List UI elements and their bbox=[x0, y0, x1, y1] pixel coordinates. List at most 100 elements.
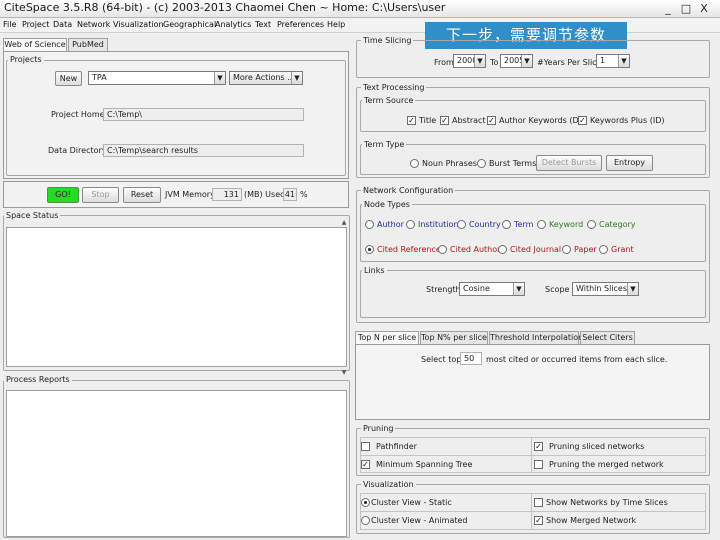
window-title: CiteSpace 3.5.R8 (64-bit) - (c) 2003-201… bbox=[4, 1, 446, 14]
more-actions-select[interactable]: More Actions ... ▼ bbox=[229, 71, 303, 85]
project-home-field[interactable]: C:\Temp\ bbox=[103, 108, 304, 121]
mst-label: Minimum Spanning Tree bbox=[376, 460, 473, 469]
menu-analytics[interactable]: Analytics bbox=[215, 20, 251, 29]
grant-radio[interactable] bbox=[599, 245, 608, 254]
country-radio[interactable] bbox=[457, 220, 466, 229]
data-directory-field[interactable]: C:\Temp\search results bbox=[103, 144, 304, 157]
visualization-title: Visualization bbox=[361, 480, 416, 489]
cited-author-radio[interactable] bbox=[438, 245, 447, 254]
noun-phrases-radio[interactable] bbox=[410, 159, 419, 168]
show-networks-time-checkbox[interactable] bbox=[534, 498, 543, 507]
scope-select[interactable]: Within Slices ▼ bbox=[572, 282, 639, 296]
percent-label: % bbox=[300, 190, 308, 199]
tab-pubmed[interactable]: PubMed bbox=[68, 38, 108, 51]
pruning-sliced-label: Pruning sliced networks bbox=[549, 442, 645, 451]
to-year-select[interactable]: 2005 ▼ bbox=[500, 54, 533, 68]
author-label: Author bbox=[377, 220, 404, 229]
stop-button[interactable]: Stop bbox=[82, 187, 119, 203]
show-merged-checkbox[interactable]: ✓ bbox=[534, 516, 543, 525]
burst-terms-radio[interactable] bbox=[477, 159, 486, 168]
project-select-value: TPA bbox=[92, 73, 107, 82]
select-top-label: Select top bbox=[421, 355, 462, 364]
go-button[interactable]: GO! bbox=[47, 187, 79, 203]
memory-used-field: 131 bbox=[212, 188, 242, 201]
menu-data[interactable]: Data bbox=[53, 20, 72, 29]
author-radio[interactable] bbox=[365, 220, 374, 229]
reset-button[interactable]: Reset bbox=[123, 187, 161, 203]
scroll-up-icon[interactable]: ▲ bbox=[340, 219, 348, 227]
links-group bbox=[360, 270, 706, 318]
chevron-down-icon: ▼ bbox=[618, 55, 629, 67]
title-checkbox[interactable]: ✓ bbox=[407, 116, 416, 125]
select-top-n-field[interactable]: 50 bbox=[460, 352, 482, 365]
process-reports-textarea[interactable] bbox=[6, 390, 347, 537]
menu-file[interactable]: File bbox=[3, 20, 16, 29]
menu-project[interactable]: Project bbox=[22, 20, 49, 29]
keywords-plus-label: Keywords Plus (ID) bbox=[590, 116, 665, 125]
cluster-static-radio[interactable] bbox=[361, 498, 370, 507]
chevron-down-icon: ▼ bbox=[214, 72, 225, 84]
menu-network[interactable]: Network bbox=[77, 20, 110, 29]
cited-author-label: Cited Author bbox=[450, 245, 501, 254]
pruning-title: Pruning bbox=[361, 424, 396, 433]
title-checkbox-label: Title bbox=[419, 116, 437, 125]
scroll-down-icon[interactable]: ▼ bbox=[340, 369, 348, 377]
maximize-button[interactable]: □ bbox=[679, 2, 693, 15]
project-select[interactable]: TPA ▼ bbox=[88, 71, 226, 85]
tab-web-of-science[interactable]: Web of Science bbox=[3, 38, 67, 51]
more-actions-label: More Actions ... bbox=[233, 73, 295, 82]
term-radio[interactable] bbox=[502, 220, 511, 229]
time-slicing-title: Time Slicing bbox=[361, 36, 414, 45]
links-title: Links bbox=[362, 266, 387, 275]
pruning-merged-checkbox[interactable] bbox=[534, 460, 543, 469]
menu-text[interactable]: Text bbox=[255, 20, 271, 29]
keyword-label: Keyword bbox=[549, 220, 584, 229]
from-year-select[interactable]: 2000 ▼ bbox=[453, 54, 486, 68]
tab-select-citers[interactable]: Select Citers bbox=[580, 331, 635, 344]
to-label: To bbox=[490, 58, 499, 67]
years-per-slice-value: 1 bbox=[600, 56, 606, 65]
entropy-button[interactable]: Entropy bbox=[606, 155, 653, 171]
cited-reference-radio[interactable] bbox=[365, 245, 374, 254]
grant-label: Grant bbox=[611, 245, 634, 254]
pruning-row-divider bbox=[360, 455, 706, 456]
institution-radio[interactable] bbox=[406, 220, 415, 229]
tab-top-n-percent-per-slice[interactable]: Top N% per slice bbox=[420, 331, 488, 344]
close-button[interactable]: X bbox=[697, 2, 711, 15]
keyword-radio[interactable] bbox=[537, 220, 546, 229]
cluster-animated-radio[interactable] bbox=[361, 516, 370, 525]
network-configuration-title: Network Configuration bbox=[361, 186, 456, 195]
tab-top-n-per-slice[interactable]: Top N per slice bbox=[355, 331, 419, 344]
mst-checkbox[interactable]: ✓ bbox=[361, 460, 370, 469]
years-per-slice-select[interactable]: 1 ▼ bbox=[596, 54, 630, 68]
menu-visualization[interactable]: Visualization bbox=[113, 20, 164, 29]
pruning-sliced-checkbox[interactable]: ✓ bbox=[534, 442, 543, 451]
minimize-button[interactable]: _ bbox=[661, 2, 675, 15]
tab-threshold-interpolation[interactable]: Threshold Interpolation bbox=[489, 331, 583, 344]
new-project-button[interactable]: New bbox=[55, 71, 82, 86]
show-networks-time-label: Show Networks by Time Slices bbox=[546, 498, 668, 507]
scope-label: Scope bbox=[545, 285, 570, 294]
pathfinder-checkbox[interactable] bbox=[361, 442, 370, 451]
strength-select[interactable]: Cosine ▼ bbox=[459, 282, 525, 296]
cited-journal-radio[interactable] bbox=[498, 245, 507, 254]
keywords-plus-checkbox[interactable]: ✓ bbox=[578, 116, 587, 125]
author-keywords-checkbox[interactable]: ✓ bbox=[487, 116, 496, 125]
pathfinder-label: Pathfinder bbox=[376, 442, 417, 451]
category-label: Category bbox=[599, 220, 636, 229]
country-label: Country bbox=[469, 220, 501, 229]
strength-label: Strength bbox=[426, 285, 461, 294]
node-types-title: Node Types bbox=[362, 200, 412, 209]
paper-radio[interactable] bbox=[562, 245, 571, 254]
menu-geographical[interactable]: Geographical bbox=[163, 20, 216, 29]
noun-phrases-label: Noun Phrases bbox=[422, 159, 477, 168]
space-status-textarea[interactable] bbox=[6, 227, 347, 367]
menu-preferences[interactable]: Preferences bbox=[277, 20, 324, 29]
detect-bursts-button[interactable]: Detect Bursts bbox=[536, 155, 602, 171]
category-radio[interactable] bbox=[587, 220, 596, 229]
menu-help[interactable]: Help bbox=[327, 20, 345, 29]
burst-terms-label: Burst Terms bbox=[489, 159, 537, 168]
abstract-checkbox[interactable]: ✓ bbox=[440, 116, 449, 125]
text-processing-title: Text Processing bbox=[361, 83, 427, 92]
chevron-down-icon: ▼ bbox=[513, 283, 524, 295]
